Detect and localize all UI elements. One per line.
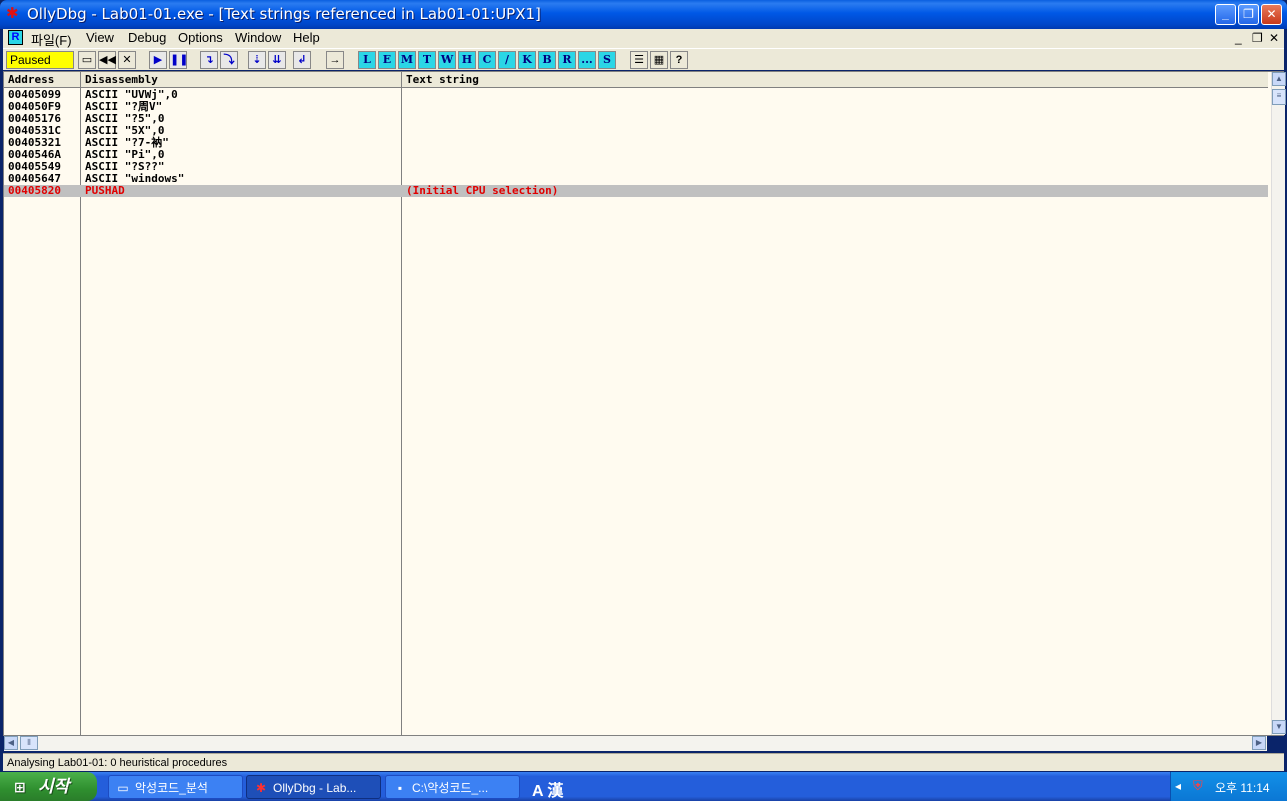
task-ollydbg[interactable]: ✱ OllyDbg - Lab... bbox=[246, 775, 381, 799]
open-file-icon[interactable]: ▭ bbox=[78, 51, 96, 69]
help-button[interactable]: ? bbox=[670, 51, 688, 69]
table-row[interactable]: 0040546A ASCII "Pi",0 bbox=[4, 149, 1268, 161]
start-button[interactable]: ⊞ 시작 bbox=[0, 772, 97, 801]
menu-bar: R 파일(F) View Debug Options Window Help _… bbox=[3, 29, 1284, 48]
patches-window-button[interactable]: / bbox=[498, 51, 516, 69]
table-row[interactable]: 004050F9 ASCII "?周V" bbox=[4, 101, 1268, 113]
title-bar[interactable]: ✱ OllyDbg - Lab01-01.exe - [Text strings… bbox=[0, 0, 1287, 29]
table-row[interactable]: 0040531C ASCII "5X",0 bbox=[4, 125, 1268, 137]
start-label: 시작 bbox=[38, 777, 70, 796]
ollydbg-icon: ✱ bbox=[255, 781, 267, 795]
scroll-left-icon[interactable]: ◀ bbox=[4, 736, 18, 750]
text-strings-table: Address Disassembly Text string 00405099… bbox=[3, 71, 1286, 736]
call-stack-window-button[interactable]: K bbox=[518, 51, 536, 69]
clock[interactable]: 오후 11:14 bbox=[1215, 779, 1270, 796]
log-window-button[interactable]: L bbox=[358, 51, 376, 69]
menu-options[interactable]: Options bbox=[178, 30, 223, 45]
menu-debug[interactable]: Debug bbox=[128, 30, 166, 45]
cell-text: (Initial CPU selection) bbox=[406, 184, 559, 197]
breakpoints-window-button[interactable]: B bbox=[538, 51, 556, 69]
threads-window-button[interactable]: T bbox=[418, 51, 436, 69]
task-label: C:\악성코드_... bbox=[412, 781, 489, 795]
column-text-string[interactable]: Text string bbox=[402, 72, 1268, 88]
task-label: OllyDbg - Lab... bbox=[273, 781, 357, 795]
cell-address: 00405820 bbox=[8, 184, 61, 197]
cell-disassembly: PUSHAD bbox=[85, 184, 125, 197]
security-shield-icon[interactable]: ⛨ bbox=[1193, 778, 1203, 794]
menu-view[interactable]: View bbox=[86, 30, 114, 45]
mdi-child-icon[interactable]: R bbox=[8, 30, 23, 45]
step-into-icon[interactable]: ↴ bbox=[200, 51, 218, 69]
memory-window-button[interactable]: M bbox=[398, 51, 416, 69]
step-over-icon[interactable]: ⤵ bbox=[220, 51, 238, 69]
ollydbg-bug-icon: ✱ bbox=[6, 5, 19, 22]
menu-help[interactable]: Help bbox=[293, 30, 320, 45]
table-row[interactable]: 00405820 PUSHAD (Initial CPU selection) bbox=[4, 185, 1268, 197]
vertical-scrollbar[interactable]: ▲ ≡ ▼ bbox=[1271, 72, 1286, 735]
scroll-right-icon[interactable]: ▶ bbox=[1252, 736, 1266, 750]
source-window-button[interactable]: S bbox=[598, 51, 616, 69]
list-icon[interactable]: ☰ bbox=[630, 51, 648, 69]
task-folder[interactable]: ▭ 악성코드_분석 bbox=[108, 775, 243, 799]
task-cmd[interactable]: ▪ C:\악성코드_... bbox=[385, 775, 520, 799]
table-row[interactable]: 00405099 ASCII "UVWj",0 bbox=[4, 89, 1268, 101]
menu-file[interactable]: 파일(F) bbox=[31, 30, 72, 49]
folder-icon: ▭ bbox=[117, 781, 129, 795]
references-window-button[interactable]: R bbox=[558, 51, 576, 69]
ollydbg-window: ✱ OllyDbg - Lab01-01.exe - [Text strings… bbox=[0, 0, 1287, 772]
column-header-row: Address Disassembly Text string bbox=[4, 72, 1268, 88]
restart-icon[interactable]: ◀◀ bbox=[98, 51, 116, 69]
restore-button[interactable]: ❐ bbox=[1238, 4, 1259, 25]
scroll-down-icon[interactable]: ▼ bbox=[1272, 720, 1286, 734]
windows-logo-icon: ⊞ bbox=[14, 779, 26, 795]
run-icon[interactable]: ▶ bbox=[149, 51, 167, 69]
tray-expand-icon[interactable]: ◂ bbox=[1175, 779, 1181, 793]
mdi-close-button[interactable]: ✕ bbox=[1269, 31, 1279, 45]
menu-window[interactable]: Window bbox=[235, 30, 281, 45]
scroll-up-icon[interactable]: ▲ bbox=[1272, 72, 1286, 86]
table-row[interactable]: 00405176 ASCII "?5",0 bbox=[4, 113, 1268, 125]
windows-window-button[interactable]: W bbox=[438, 51, 456, 69]
ime-indicator[interactable]: A 漢 bbox=[532, 777, 563, 801]
hscroll-thumb[interactable]: ⦀ bbox=[20, 736, 38, 750]
handles-window-button[interactable]: H bbox=[458, 51, 476, 69]
execute-till-return-icon[interactable]: ↲ bbox=[293, 51, 311, 69]
taskbar: ⊞ 시작 ▭ 악성코드_분석 ✱ OllyDbg - Lab... ▪ C:\악… bbox=[0, 772, 1287, 801]
trace-over-icon[interactable]: ⇊ bbox=[268, 51, 286, 69]
minimize-button[interactable]: _ bbox=[1215, 4, 1236, 25]
horizontal-scrollbar[interactable]: ◀ ⦀ ▶ bbox=[4, 736, 1267, 751]
appearance-icon[interactable]: ▦ bbox=[650, 51, 668, 69]
task-label: 악성코드_분석 bbox=[135, 781, 208, 795]
system-tray: ◂ ⛨ 오후 11:14 bbox=[1170, 772, 1287, 801]
cpu-window-button[interactable]: C bbox=[478, 51, 496, 69]
mdi-minimize-button[interactable]: _ bbox=[1235, 31, 1242, 45]
close-button[interactable]: ✕ bbox=[1261, 4, 1282, 25]
go-to-icon[interactable]: → bbox=[326, 51, 344, 69]
modules-window-button[interactable]: E bbox=[378, 51, 396, 69]
mdi-restore-button[interactable]: ❐ bbox=[1252, 31, 1263, 45]
trace-into-icon[interactable]: ⇣ bbox=[248, 51, 266, 69]
cmd-icon: ▪ bbox=[397, 781, 403, 795]
table-row[interactable]: 00405549 ASCII "?S??" bbox=[4, 161, 1268, 173]
scroll-thumb[interactable]: ≡ bbox=[1272, 89, 1286, 105]
run-status-indicator: Paused bbox=[6, 51, 74, 69]
toolbar: Paused ▭ ◀◀ ✕ ▶ ❚❚ ↴ ⤵ ⇣ ⇊ ↲ → L E M T W… bbox=[3, 48, 1284, 70]
pause-icon[interactable]: ❚❚ bbox=[169, 51, 188, 69]
table-row[interactable]: 00405647 ASCII "windows" bbox=[4, 173, 1268, 185]
table-row[interactable]: 00405321 ASCII "?7-衲" bbox=[4, 137, 1268, 149]
close-program-icon[interactable]: ✕ bbox=[118, 51, 136, 69]
column-address[interactable]: Address bbox=[4, 72, 81, 88]
run-trace-window-button[interactable]: ... bbox=[578, 51, 596, 69]
status-bar: Analysing Lab01-01: 0 heuristical proced… bbox=[3, 753, 1284, 771]
window-title: OllyDbg - Lab01-01.exe - [Text strings r… bbox=[27, 5, 541, 23]
column-disassembly[interactable]: Disassembly bbox=[81, 72, 402, 88]
